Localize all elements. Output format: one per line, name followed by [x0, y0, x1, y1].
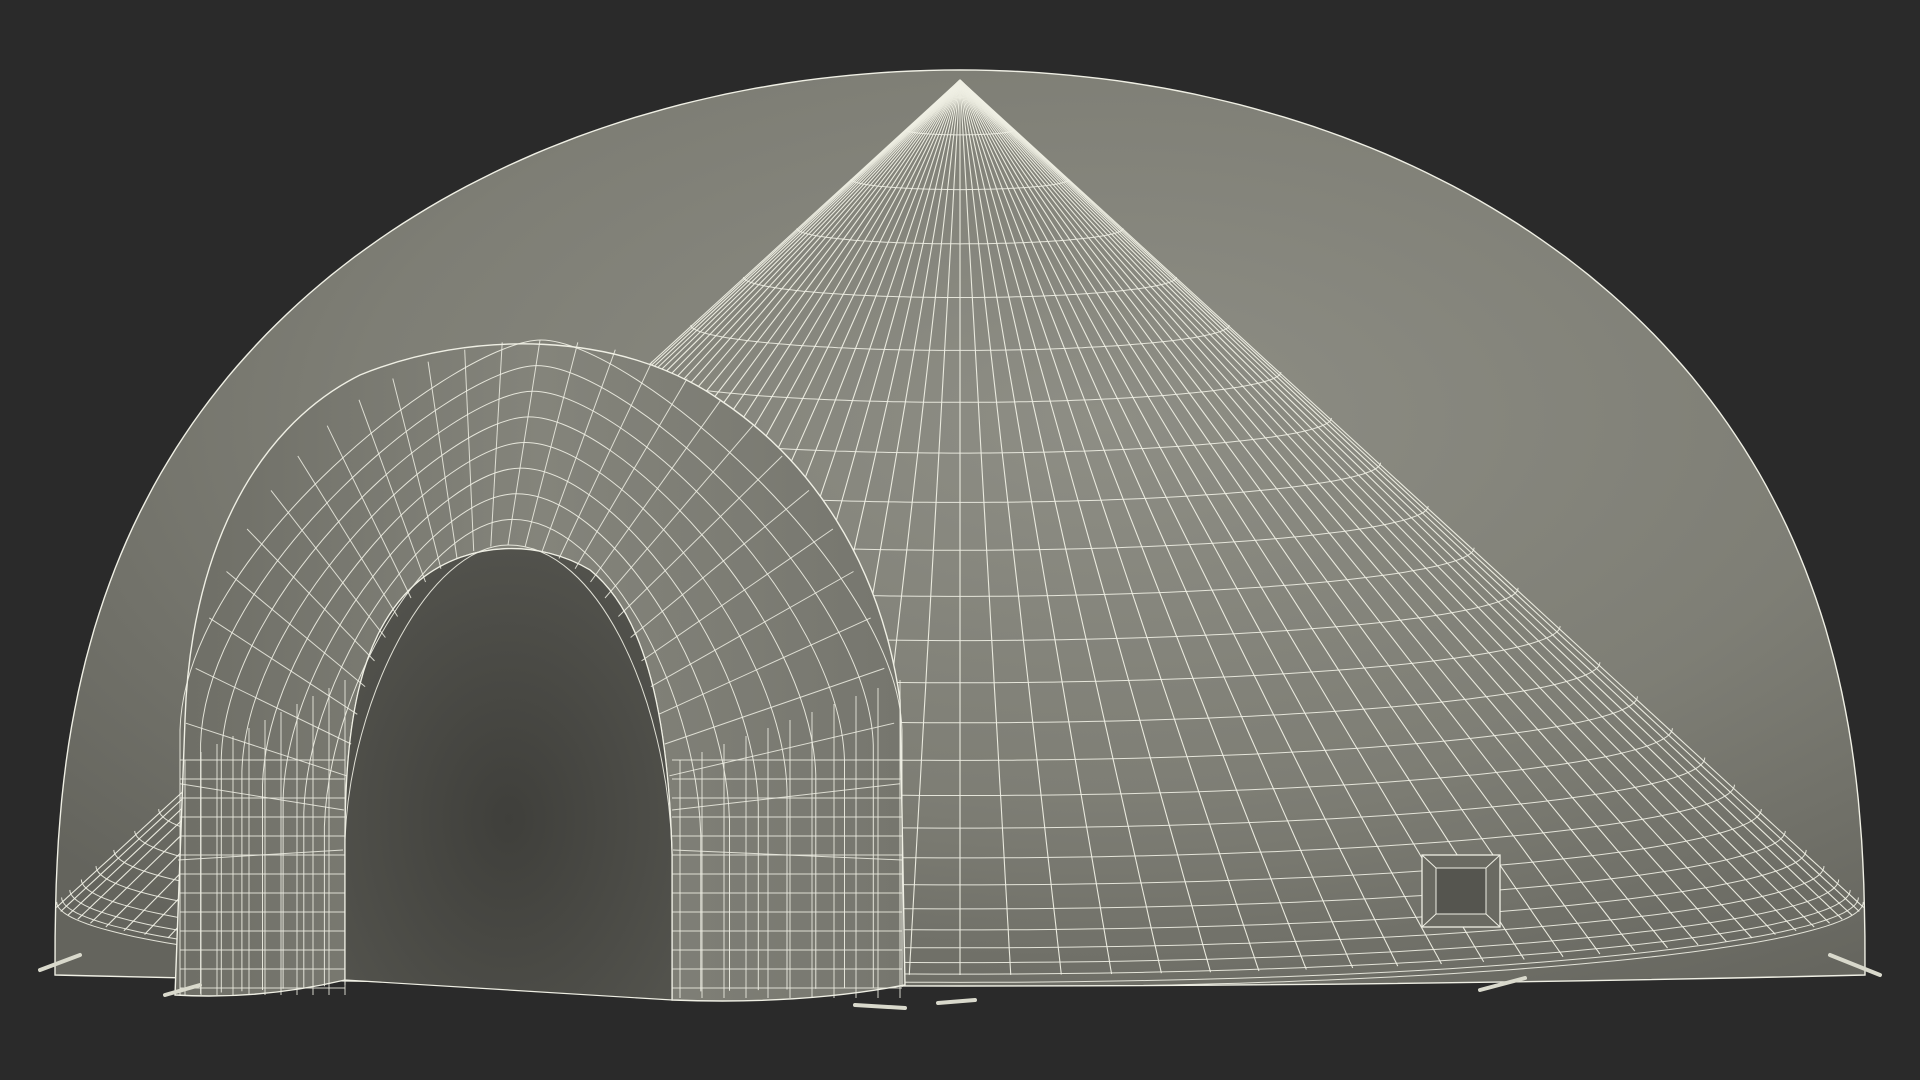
vent-inner: [1435, 867, 1487, 915]
side-vent-window: [1421, 854, 1501, 928]
render-viewport: [0, 0, 1920, 1080]
dome-tent-wireframe-render: [0, 0, 1920, 1080]
tunnel-opening: [344, 548, 673, 1001]
